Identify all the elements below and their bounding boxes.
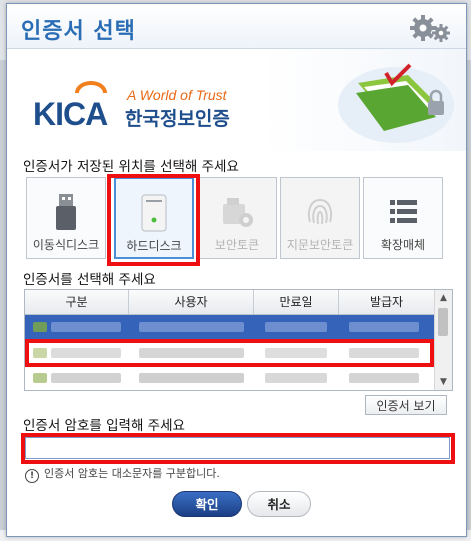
redacted-cell	[349, 348, 419, 358]
scroll-down-arrow-icon[interactable]: ▼	[435, 374, 452, 390]
redacted-cell	[349, 373, 419, 383]
password-hint-text: 인증서 암호는 대소문자를 구분합니다.	[44, 467, 220, 480]
device-fingerprint-token[interactable]: 지문보안토큰	[280, 177, 360, 259]
device-label: 보안토큰	[214, 238, 260, 252]
usb-drive-icon	[56, 194, 76, 230]
device-label: 지문보안토큰	[286, 238, 354, 252]
device-security-token[interactable]: 보안토큰	[197, 177, 277, 259]
certificate-status-icon	[33, 348, 47, 358]
device-hard-disk[interactable]: 하드디스크	[114, 177, 194, 259]
title-bar: 인증서 선택	[7, 4, 466, 49]
brand-banner: KICA A World of Trust 한국정보인증	[7, 49, 466, 151]
device-extended-media[interactable]: 확장매체	[363, 177, 443, 259]
dialog-title: 인증서 선택	[21, 19, 136, 44]
storage-location-options: 이동식디스크 하드디스크 보안토큰 지문보안토큰 확장매체	[26, 177, 443, 261]
redacted-cell	[265, 373, 327, 383]
redacted-cell	[51, 348, 121, 358]
ok-button[interactable]: 확인	[172, 491, 242, 517]
password-label: 인증서 암호를 입력해 주세요	[23, 418, 185, 434]
redacted-cell	[139, 322, 244, 332]
certificate-status-icon	[33, 373, 47, 383]
table-row[interactable]	[25, 366, 434, 390]
location-label: 인증서가 저장된 위치를 선택해 주세요	[23, 159, 239, 175]
column-header-user[interactable]: 사용자	[129, 290, 254, 314]
redacted-cell	[51, 373, 121, 383]
table-header: 구분 사용자 만료일 발급자	[25, 290, 434, 315]
redacted-cell	[265, 348, 327, 358]
device-label: 하드디스크	[126, 239, 182, 253]
redacted-cell	[51, 322, 121, 332]
certificate-folder-illustration	[338, 63, 454, 143]
device-label: 이동식디스크	[32, 238, 100, 252]
device-label: 확장매체	[380, 238, 426, 252]
certificate-status-icon	[33, 322, 47, 332]
svg-text:KICA: KICA	[33, 96, 108, 132]
table-scrollbar[interactable]: ▲ ▼	[434, 290, 452, 390]
certificate-list-label: 인증서를 선택해 주세요	[23, 272, 156, 288]
certificate-dialog: 인증서 선택 KICA A World of Trust 한국정보인증 인증서가…	[6, 3, 467, 537]
scroll-up-arrow-icon[interactable]: ▲	[435, 290, 452, 306]
password-hint: ! 인증서 암호는 대소문자를 구분합니다.	[25, 465, 220, 483]
list-icon	[390, 200, 417, 223]
redacted-cell	[139, 348, 244, 358]
view-certificate-button[interactable]: 인증서 보기	[365, 395, 447, 415]
redacted-cell	[139, 373, 244, 383]
column-header-type[interactable]: 구분	[25, 290, 129, 314]
table-row[interactable]	[25, 341, 434, 365]
info-icon: !	[25, 469, 39, 483]
certificate-table: 구분 사용자 만료일 발급자 ▲ ▼	[24, 289, 453, 391]
column-header-issuer[interactable]: 발급자	[339, 290, 434, 314]
table-row[interactable]	[25, 315, 434, 339]
device-removable-disk[interactable]: 이동식디스크	[26, 177, 106, 259]
security-token-icon	[223, 198, 253, 227]
fingerprint-icon	[307, 198, 333, 225]
scroll-thumb[interactable]	[438, 308, 448, 336]
kica-logo: KICA	[33, 81, 109, 132]
settings-gear-icon[interactable]	[408, 12, 452, 44]
password-input[interactable]	[25, 437, 450, 459]
cancel-button[interactable]: 취소	[247, 491, 311, 517]
hard-disk-icon	[141, 194, 167, 232]
column-header-expiry[interactable]: 만료일	[254, 290, 339, 314]
redacted-cell	[265, 322, 327, 332]
brand-tagline: A World of Trust	[127, 87, 227, 103]
redacted-cell	[349, 322, 419, 332]
brand-name-kr: 한국정보인증	[125, 109, 230, 130]
